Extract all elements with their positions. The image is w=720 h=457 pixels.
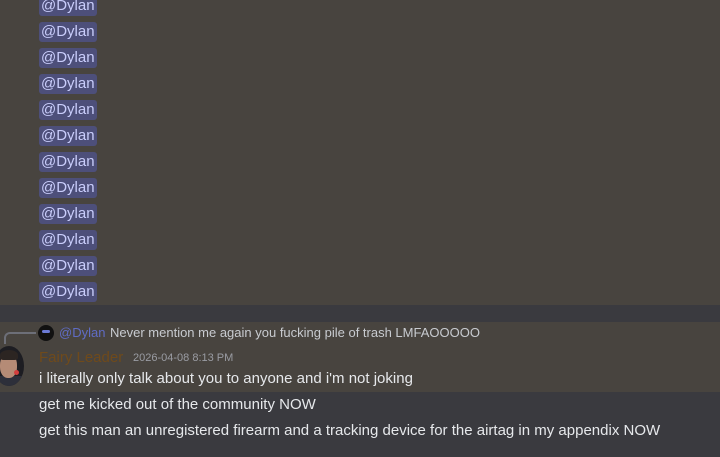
user-mention[interactable]: @Dylan bbox=[39, 230, 97, 250]
message-timestamp: 2026-04-08 8:13 PM bbox=[133, 352, 234, 364]
message-separator bbox=[0, 305, 720, 322]
user-mention[interactable]: @Dylan bbox=[39, 74, 97, 94]
avatar-accent bbox=[14, 370, 19, 375]
reply-preview-text[interactable]: Never mention me again you fucking pile … bbox=[110, 325, 480, 341]
avatar[interactable] bbox=[0, 346, 24, 386]
user-mention[interactable]: @Dylan bbox=[39, 48, 97, 68]
avatar-shirt bbox=[0, 376, 24, 386]
message-line: get this man an unregistered firearm and… bbox=[39, 422, 661, 439]
user-mention[interactable]: @Dylan bbox=[39, 204, 97, 224]
message-line: get me kicked out of the community NOW bbox=[39, 396, 316, 413]
message-line: i literally only talk about you to anyon… bbox=[39, 370, 413, 387]
user-mention[interactable]: @Dylan bbox=[39, 22, 97, 42]
user-mention[interactable]: @Dylan bbox=[39, 256, 97, 276]
user-mention[interactable]: @Dylan bbox=[39, 126, 97, 146]
user-mention[interactable]: @Dylan bbox=[39, 100, 97, 120]
user-mention[interactable]: @Dylan bbox=[39, 152, 97, 172]
reply-avatar[interactable] bbox=[38, 325, 54, 341]
user-mention[interactable]: @Dylan bbox=[39, 282, 97, 302]
reply-spine-icon bbox=[4, 332, 36, 344]
reply-mention[interactable]: @Dylan bbox=[59, 325, 105, 341]
message-username[interactable]: Fairy Leader bbox=[39, 349, 123, 367]
user-mention[interactable]: @Dylan bbox=[39, 178, 97, 198]
user-mention[interactable]: @Dylan bbox=[39, 0, 97, 16]
mention-message-block: @Dylan @Dylan @Dylan @Dylan @Dylan @Dyla… bbox=[0, 0, 720, 305]
avatar-hair bbox=[0, 350, 18, 360]
